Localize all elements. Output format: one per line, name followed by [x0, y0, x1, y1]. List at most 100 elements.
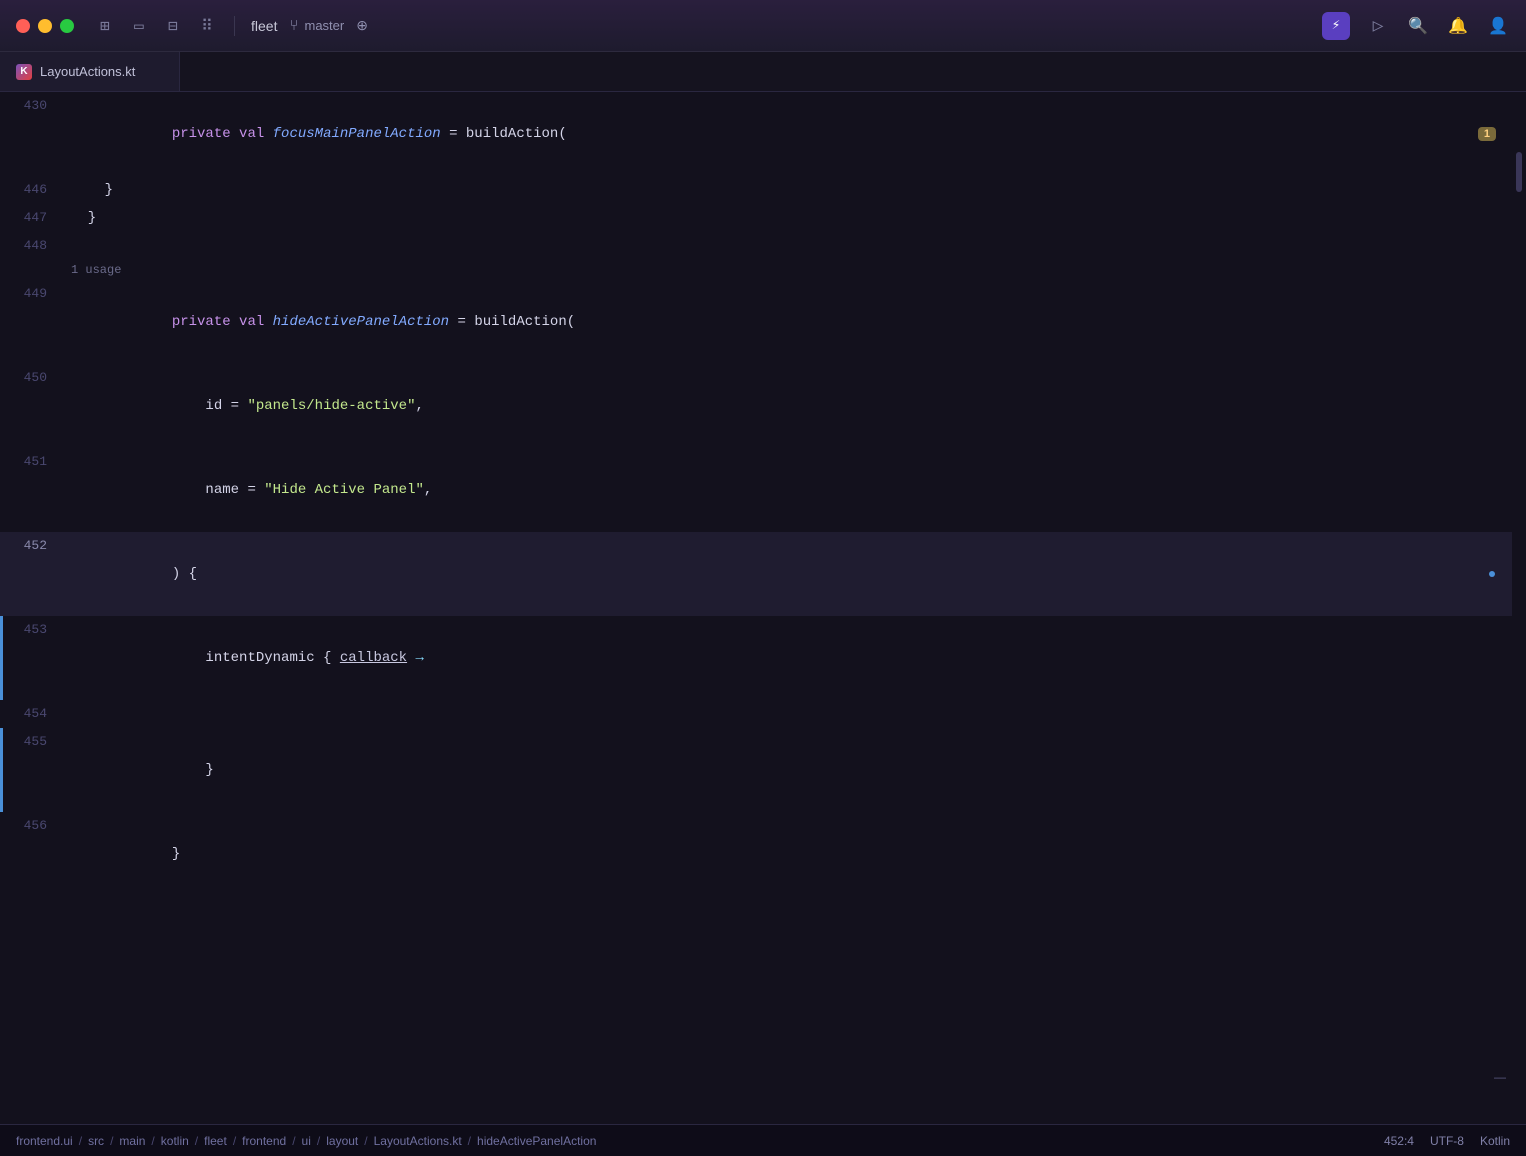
table-row: 446 }	[0, 176, 1512, 204]
line-number	[3, 260, 67, 280]
code-area: 430 private val focusMainPanelAction = b…	[0, 92, 1512, 1124]
comma: ,	[415, 398, 423, 414]
line-content: }	[67, 812, 1512, 896]
titlebar: ⊞ ▭ ⊟ ⠿ fleet ⑂ master ⊕ ⚡ ▷ 🔍 🔔 👤	[0, 0, 1526, 52]
breadcrumb-part: kotlin	[161, 1134, 189, 1148]
line-content: 1 usage	[67, 260, 1512, 280]
branch-name: master	[304, 18, 344, 33]
line-number: 446	[3, 176, 67, 204]
user-info[interactable]: ⊕	[356, 17, 368, 34]
keyword: private	[172, 126, 239, 142]
table-row: 1 usage	[0, 260, 1512, 280]
string-value: "panels/hide-active"	[247, 398, 415, 414]
line-number: 456	[3, 812, 67, 896]
titlebar-right-actions: ⚡ ▷ 🔍 🔔 👤	[1322, 12, 1510, 40]
line-content: private val focusMainPanelAction = build…	[67, 92, 1452, 176]
line-number: 454	[3, 700, 67, 728]
operator: =	[449, 314, 474, 330]
app-name: fleet	[251, 18, 277, 34]
breadcrumb-sep: /	[364, 1134, 367, 1148]
breadcrumb-part: main	[119, 1134, 145, 1148]
usage-badge: 1	[1478, 127, 1496, 141]
breadcrumb-part: ui	[302, 1134, 311, 1148]
maximize-button[interactable]	[60, 19, 74, 33]
line-number: 448	[3, 232, 67, 260]
dot-indicator	[1489, 571, 1495, 577]
grid-icon[interactable]: ⠿	[196, 15, 218, 37]
keyword-val: val	[239, 314, 273, 330]
layout-icon[interactable]: ⊟	[162, 15, 184, 37]
search-icon[interactable]: 🔍	[1406, 14, 1430, 38]
kotlin-file-icon: K	[16, 64, 32, 80]
callback-keyword: callback	[340, 650, 407, 666]
code-text: intentDynamic {	[172, 650, 340, 666]
code-editor[interactable]: 430 private val focusMainPanelAction = b…	[0, 92, 1512, 1124]
line-content: intentDynamic { callback →	[67, 616, 1512, 700]
line-content: ) {	[67, 532, 1472, 616]
breadcrumb-part: fleet	[204, 1134, 227, 1148]
line-content: name = "Hide Active Panel",	[67, 448, 1512, 532]
table-row: 456 }	[0, 812, 1512, 896]
usage-hint: 1 usage	[71, 263, 121, 277]
function-name: focusMainPanelAction	[273, 126, 441, 142]
breadcrumb-sep: /	[317, 1134, 320, 1148]
bell-icon[interactable]: 🔔	[1446, 14, 1470, 38]
run-icon[interactable]: ⚡	[1322, 12, 1350, 40]
breadcrumb-part: frontend.ui	[16, 1134, 73, 1148]
brace: }	[71, 182, 113, 198]
editor-wrapper: 430 private val focusMainPanelAction = b…	[0, 92, 1526, 1124]
traffic-lights	[16, 19, 74, 33]
tab-label: LayoutActions.kt	[40, 64, 135, 79]
table-row: 454	[0, 700, 1512, 728]
line-number: 447	[3, 204, 67, 232]
table-row: 455 }	[0, 728, 1512, 812]
breadcrumb-part: hideActivePanelAction	[477, 1134, 596, 1148]
table-row: 447 }	[0, 204, 1512, 232]
keyword-val: val	[239, 126, 273, 142]
line-number: 430	[3, 92, 67, 176]
line-content: }	[67, 176, 1512, 204]
code-text: ) {	[172, 566, 197, 582]
arrow-operator: →	[407, 650, 424, 666]
line-content: private val hideActivePanelAction = buil…	[67, 280, 1512, 364]
table-row: 451 name = "Hide Active Panel",	[0, 448, 1512, 532]
table-row: 450 id = "panels/hide-active",	[0, 364, 1512, 448]
tab-layout-actions[interactable]: K LayoutActions.kt	[0, 52, 180, 91]
line-content	[67, 700, 1512, 728]
file-language: Kotlin	[1480, 1134, 1510, 1148]
branch-info[interactable]: ⑂ master	[289, 17, 344, 34]
line-number: 451	[3, 448, 67, 532]
code-text: }	[172, 762, 214, 778]
scrollbar[interactable]	[1512, 92, 1526, 1124]
titlebar-separator	[234, 16, 235, 36]
file-encoding: UTF-8	[1430, 1134, 1464, 1148]
panel-toggle-icon[interactable]: ▭	[128, 15, 150, 37]
user-profile-icon[interactable]: 👤	[1486, 14, 1510, 38]
brace: }	[172, 846, 180, 862]
table-row: 448	[0, 232, 1512, 260]
breadcrumb-sep: /	[195, 1134, 198, 1148]
brace: }	[71, 210, 96, 226]
keyword: private	[172, 314, 239, 330]
breadcrumb-part: layout	[326, 1134, 358, 1148]
minimize-button[interactable]	[38, 19, 52, 33]
code-text: name =	[172, 482, 264, 498]
breadcrumb-sep: /	[151, 1134, 154, 1148]
line-number: 450	[3, 364, 67, 448]
sidebar-toggle-icon[interactable]: ⊞	[94, 15, 116, 37]
table-row: 453 intentDynamic { callback →	[0, 616, 1512, 700]
operator: =	[441, 126, 466, 142]
breadcrumb-part: src	[88, 1134, 104, 1148]
play-icon[interactable]: ▷	[1366, 14, 1390, 38]
scrollbar-thumb[interactable]	[1516, 152, 1522, 192]
string-value: "Hide Active Panel"	[264, 482, 424, 498]
function-name: hideActivePanelAction	[273, 314, 449, 330]
line-content: id = "panels/hide-active",	[67, 364, 1512, 448]
line-number: 455	[3, 728, 67, 812]
close-button[interactable]	[16, 19, 30, 33]
table-row: 430 private val focusMainPanelAction = b…	[0, 92, 1512, 176]
table-row: 449 private val hideActivePanelAction = …	[0, 280, 1512, 364]
line-number: 453	[3, 616, 67, 700]
line-content	[67, 232, 1512, 260]
comma: ,	[424, 482, 432, 498]
